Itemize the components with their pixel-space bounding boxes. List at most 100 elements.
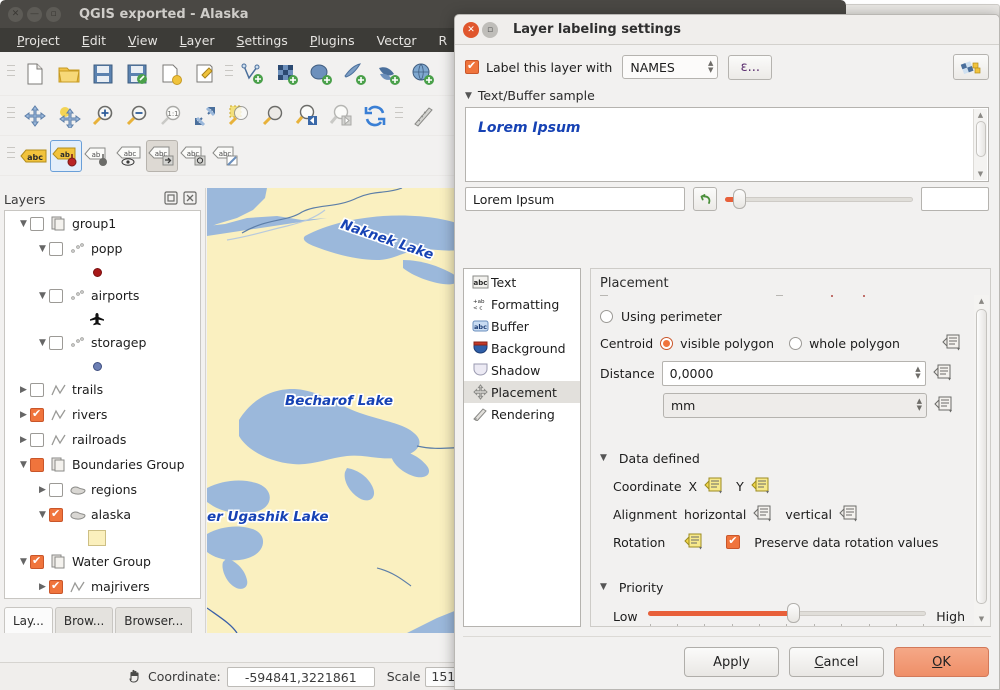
add-raster-layer-icon[interactable]	[270, 57, 304, 91]
expression-button[interactable]: ε...	[728, 54, 773, 80]
layer-row-majrivers[interactable]: ▶ majrivers	[5, 574, 200, 598]
new-print-composer-icon[interactable]	[154, 57, 188, 91]
priority-header[interactable]: ▼ Priority	[591, 573, 974, 601]
pan-map-icon[interactable]	[18, 99, 52, 133]
placement-scroll-up-icon[interactable]: ▲	[979, 295, 984, 307]
toolbar-grip-4[interactable]	[395, 104, 403, 127]
settings-category-background[interactable]: Background	[464, 337, 580, 359]
menu-edit[interactable]: Edit	[71, 30, 117, 51]
alignment-horizontal-data-defined-icon[interactable]	[753, 504, 774, 525]
layer-row-group1[interactable]: ▼ group1	[5, 211, 200, 236]
expander-down-icon[interactable]: ▼	[17, 219, 30, 229]
layer-symbol-row[interactable]	[5, 355, 200, 377]
labeling-engine-settings-icon[interactable]	[953, 54, 989, 80]
highlight-labels-icon[interactable]: abc	[114, 140, 146, 172]
layer-symbol-row[interactable]	[5, 527, 200, 549]
add-wms-layer-icon[interactable]	[406, 57, 440, 91]
label-field-combo[interactable]: NAMES ▲ ▼	[622, 55, 719, 79]
pin-labels-icon[interactable]: ab	[50, 139, 82, 172]
layer-row-railroads[interactable]: ▶ railroads	[5, 427, 200, 452]
sample-scrollbar[interactable]: ▲ ▼	[973, 109, 987, 180]
units-data-defined-icon[interactable]	[934, 395, 955, 416]
settings-category-buffer[interactable]: abc Buffer	[464, 315, 580, 337]
centroid-whole-polygon-radio[interactable]	[789, 336, 803, 350]
using-perimeter-row[interactable]: Using perimeter	[591, 303, 974, 329]
layer-row-alaska[interactable]: ▼ alaska	[5, 502, 200, 527]
zoom-full-icon[interactable]	[188, 99, 222, 133]
coordinate-input[interactable]: -594841,3221861	[226, 666, 375, 687]
distance-spinner[interactable]: ▲ ▼	[909, 366, 920, 380]
ok-button[interactable]: OK	[894, 647, 989, 677]
expand-all-icon[interactable]	[164, 190, 178, 208]
scroll-up-icon[interactable]: ▲	[978, 109, 983, 121]
layer-row-boundaries-group[interactable]: ▼ Boundaries Group	[5, 452, 200, 477]
menu-vector[interactable]: Vector	[366, 30, 428, 51]
refresh-icon[interactable]	[358, 99, 392, 133]
measure-icon[interactable]	[406, 99, 440, 133]
zoom-in-icon[interactable]	[86, 99, 120, 133]
layer-visibility-checkbox[interactable]	[30, 382, 44, 397]
slider-thumb[interactable]	[733, 189, 746, 209]
zoom-next-icon[interactable]	[324, 99, 358, 133]
toolbar-grip-2[interactable]	[225, 62, 233, 85]
priority-slider-thumb[interactable]	[786, 603, 800, 623]
pan-to-selection-icon[interactable]	[52, 99, 86, 133]
units-spinner[interactable]: ▲ ▼	[911, 398, 922, 412]
dialog-maximize-icon[interactable]: ▫	[482, 21, 498, 38]
rotate-label-icon[interactable]: abc	[178, 140, 210, 172]
map-label[interactable]: Becharof Lake	[285, 393, 393, 409]
add-postgis-layer-icon[interactable]	[304, 57, 338, 91]
placement-scrollbar[interactable]: ▲ ▼	[974, 295, 989, 625]
placement-scroll-down-icon[interactable]: ▼	[979, 613, 984, 625]
layer-row-regions[interactable]: ▶ regions	[5, 477, 200, 502]
menu-settings[interactable]: Settings	[226, 30, 299, 51]
zoom-to-selection-icon[interactable]	[222, 99, 256, 133]
toolbar-grip-3[interactable]	[7, 104, 15, 127]
layer-visibility-checkbox[interactable]	[49, 288, 63, 303]
using-perimeter-radio[interactable]	[600, 309, 613, 323]
layer-visibility-checkbox[interactable]	[49, 241, 63, 256]
settings-category-text[interactable]: abc Text	[464, 271, 580, 293]
expander-down-icon[interactable]: ▼	[36, 338, 49, 348]
cancel-button[interactable]: Cancel	[789, 647, 884, 677]
reset-arrow-icon[interactable]	[693, 187, 717, 211]
layer-symbol-row[interactable]	[5, 261, 200, 283]
units-combo[interactable]: mm ▲ ▼	[663, 392, 927, 418]
expander-down-icon[interactable]: ▼	[17, 460, 30, 470]
panel-tab-lay[interactable]: Lay...	[4, 607, 53, 633]
priority-slider[interactable]	[647, 603, 927, 623]
remove-layer-icon[interactable]	[183, 190, 197, 208]
panel-tab-brow[interactable]: Brow...	[54, 607, 114, 633]
new-project-icon[interactable]	[18, 57, 52, 91]
toolbar-grip-5[interactable]	[7, 144, 15, 167]
layer-row-popp[interactable]: ▼ popp	[5, 236, 200, 261]
rotation-data-defined-icon[interactable]	[684, 532, 705, 553]
layer-row-trails[interactable]: ▶ trails	[5, 377, 200, 402]
dialog-close-icon[interactable]: ✕	[463, 21, 479, 38]
layer-row-storagep[interactable]: ▼ storagep	[5, 330, 200, 355]
placement-scrollbar-thumb[interactable]	[976, 309, 987, 604]
menu-view[interactable]: View	[117, 30, 169, 51]
close-icon[interactable]: ✕	[8, 6, 23, 22]
zoom-last-icon[interactable]	[290, 99, 324, 133]
layer-visibility-checkbox[interactable]	[49, 335, 63, 350]
coordinate-y-data-defined-icon[interactable]	[751, 476, 772, 497]
add-spatialite-layer-icon[interactable]	[338, 57, 372, 91]
label-icon[interactable]: abc	[18, 140, 50, 172]
add-mssql-layer-icon[interactable]	[372, 57, 406, 91]
expander-right-icon[interactable]: ▶	[17, 410, 30, 420]
zoom-out-icon[interactable]	[120, 99, 154, 133]
layer-symbol-row[interactable]	[5, 308, 200, 330]
expander-right-icon[interactable]: ▶	[17, 435, 30, 445]
sample-zoom-field[interactable]	[921, 187, 989, 211]
centroid-visible-polygon-radio[interactable]	[660, 336, 674, 350]
layer-visibility-checkbox[interactable]	[30, 407, 44, 422]
menu-plugins[interactable]: Plugins	[299, 30, 366, 51]
layer-row-rivers[interactable]: ▶ rivers	[5, 402, 200, 427]
expander-down-icon[interactable]: ▼	[17, 557, 30, 567]
label-this-layer-checkbox[interactable]	[465, 59, 479, 74]
maximize-icon[interactable]: ▫	[46, 6, 61, 22]
distance-data-defined-icon[interactable]	[932, 363, 954, 384]
zoom-to-layer-icon[interactable]	[256, 99, 290, 133]
layer-visibility-checkbox[interactable]	[30, 432, 44, 447]
